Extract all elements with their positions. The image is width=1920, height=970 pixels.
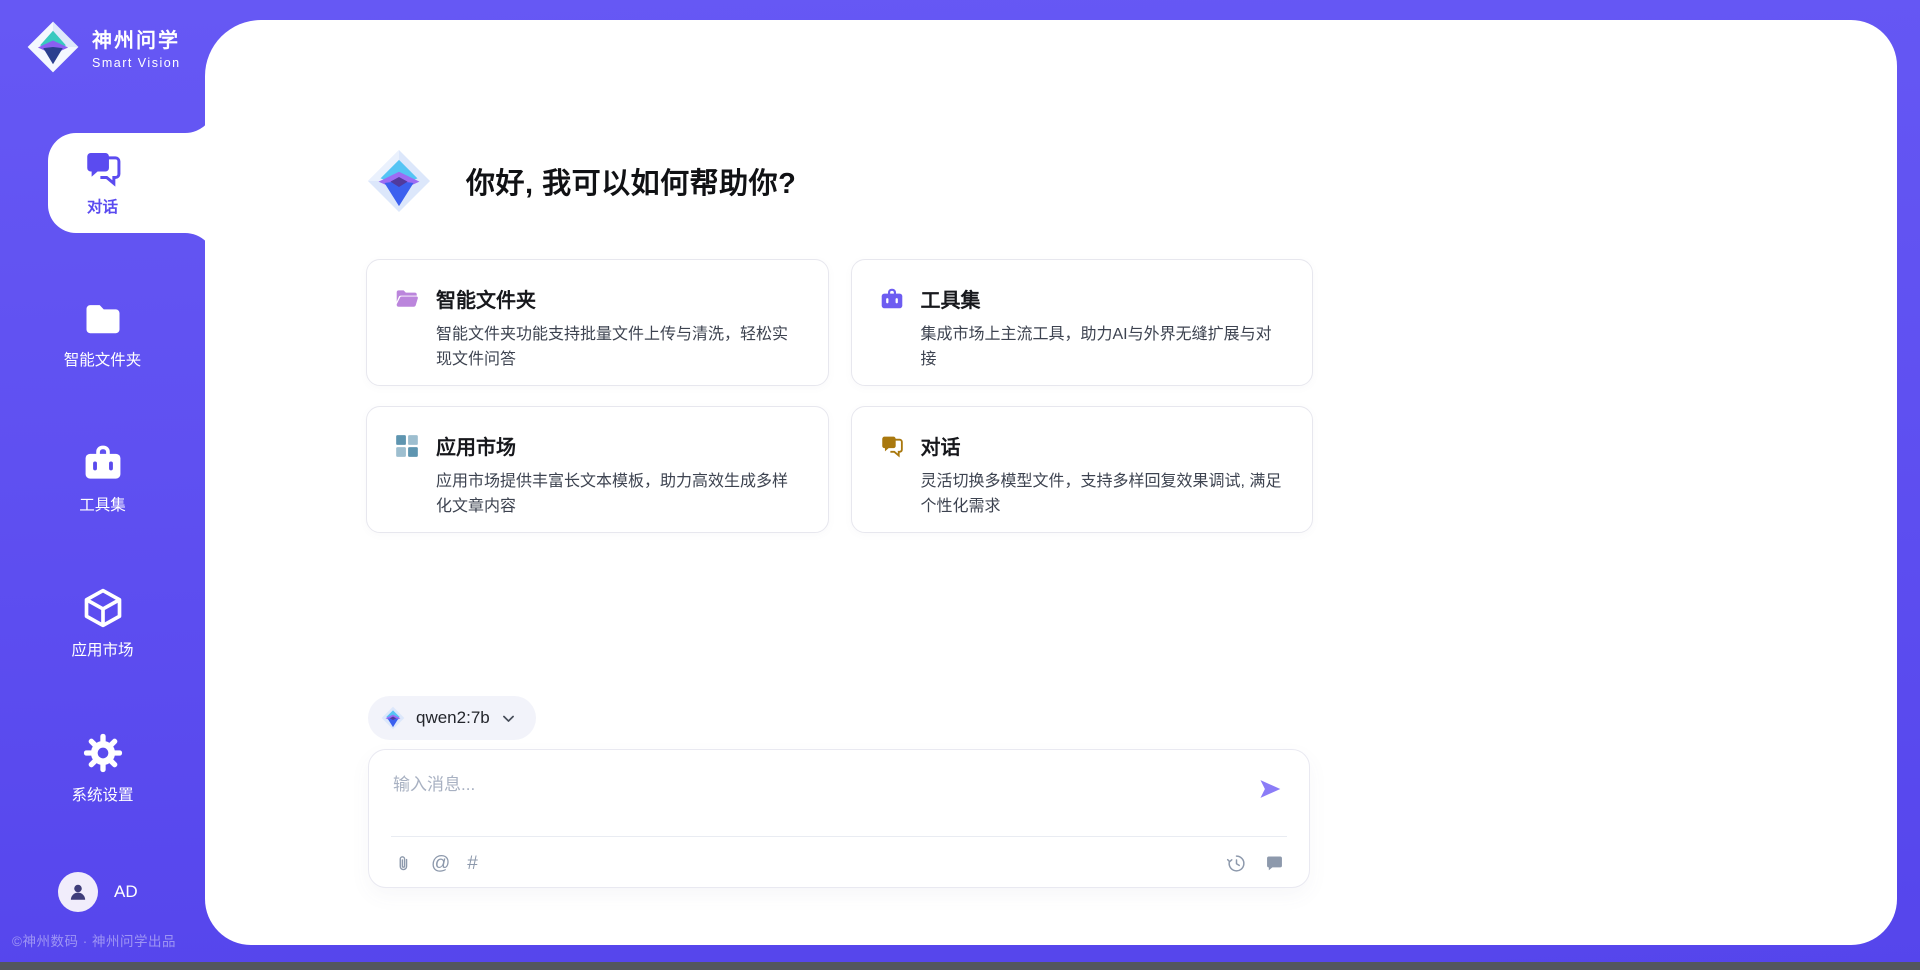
sidebar-item-label: 工具集 bbox=[0, 493, 205, 515]
card-description: 集成市场上主流工具，助力AI与外界无缝扩展与对接 bbox=[921, 322, 1287, 372]
assistant-diamond-icon bbox=[366, 148, 432, 214]
hash-icon[interactable]: # bbox=[467, 853, 478, 874]
person-icon bbox=[67, 881, 89, 903]
composer-divider bbox=[391, 836, 1287, 837]
card-title: 工具集 bbox=[921, 284, 981, 313]
sidebar-item-chat[interactable]: 对话 bbox=[0, 133, 205, 233]
chat-icon bbox=[82, 147, 124, 189]
sidebar-item-label: 系统设置 bbox=[0, 783, 205, 805]
message-composer: @ # bbox=[368, 749, 1310, 888]
card-description: 智能文件夹功能支持批量文件上传与清洗，轻松实现文件问答 bbox=[436, 322, 802, 372]
chat-icon bbox=[879, 433, 905, 459]
sidebar-item-label: 智能文件夹 bbox=[0, 348, 205, 370]
card-chat[interactable]: 对话 灵活切换多模型文件，支持多样回复效果调试, 满足个性化需求 bbox=[851, 406, 1314, 533]
history-icon[interactable] bbox=[1226, 853, 1247, 874]
composer-toolbar: @ # bbox=[393, 847, 1285, 879]
folder-icon bbox=[81, 296, 125, 340]
brand-title: 神州问学 bbox=[92, 24, 181, 53]
grid-icon bbox=[394, 433, 420, 459]
paperclip-icon[interactable] bbox=[393, 853, 414, 874]
composer-right-tools bbox=[1226, 853, 1285, 874]
briefcase-icon bbox=[81, 441, 125, 485]
send-icon[interactable] bbox=[1257, 776, 1283, 802]
sidebar-item-settings[interactable]: 系统设置 bbox=[0, 731, 205, 805]
sidebar-item-toolbox[interactable]: 工具集 bbox=[0, 441, 205, 515]
model-name: qwen2:7b bbox=[416, 708, 490, 728]
greeting-block: 你好, 我可以如何帮助你? bbox=[366, 148, 796, 214]
sidebar: 神州问学 Smart Vision 对话 智能文件夹 bbox=[0, 0, 205, 970]
sidebar-item-label: 对话 bbox=[0, 195, 205, 217]
brand-diamond-icon bbox=[26, 20, 80, 74]
chevron-down-icon bbox=[501, 713, 516, 725]
sidebar-item-app-market[interactable]: 应用市场 bbox=[0, 586, 205, 660]
avatar bbox=[58, 872, 98, 912]
user-name: AD bbox=[114, 882, 138, 902]
greeting-title: 你好, 我可以如何帮助你? bbox=[466, 160, 796, 202]
feature-cards: 智能文件夹 智能文件夹功能支持批量文件上传与清洗，轻松实现文件问答 工具集 集成… bbox=[366, 259, 1313, 533]
card-description: 应用市场提供丰富长文本模板，助力高效生成多样化文章内容 bbox=[436, 469, 802, 519]
window-bottom-edge bbox=[0, 962, 1920, 970]
briefcase-icon bbox=[879, 286, 905, 312]
user-account[interactable]: AD bbox=[58, 872, 138, 912]
model-diamond-icon bbox=[381, 706, 405, 730]
model-selector[interactable]: qwen2:7b bbox=[368, 696, 536, 740]
app-window: 神州问学 Smart Vision 对话 智能文件夹 bbox=[0, 0, 1920, 970]
card-title: 对话 bbox=[921, 431, 961, 460]
gear-icon bbox=[81, 731, 125, 775]
card-description: 灵活切换多模型文件，支持多样回复效果调试, 满足个性化需求 bbox=[921, 469, 1287, 519]
copyright-text: ©神州数码 · 神州问学出品 bbox=[12, 930, 176, 950]
sidebar-item-smart-folder[interactable]: 智能文件夹 bbox=[0, 296, 205, 370]
composer-left-tools: @ # bbox=[393, 853, 478, 874]
at-icon[interactable]: @ bbox=[431, 853, 450, 874]
folder-open-icon bbox=[394, 286, 420, 312]
brand-logo: 神州问学 Smart Vision bbox=[26, 20, 181, 74]
brand-subtitle: Smart Vision bbox=[92, 56, 181, 70]
sidebar-item-label: 应用市场 bbox=[0, 638, 205, 660]
card-title: 智能文件夹 bbox=[436, 284, 536, 313]
main-content: 你好, 我可以如何帮助你? 智能文件夹 智能文件夹功能支持批量文件上传与清洗，轻… bbox=[366, 0, 1313, 970]
chat-bubble-icon[interactable] bbox=[1264, 853, 1285, 874]
cube-icon bbox=[81, 586, 125, 630]
card-app-market[interactable]: 应用市场 应用市场提供丰富长文本模板，助力高效生成多样化文章内容 bbox=[366, 406, 829, 533]
card-title: 应用市场 bbox=[436, 431, 516, 460]
card-toolbox[interactable]: 工具集 集成市场上主流工具，助力AI与外界无缝扩展与对接 bbox=[851, 259, 1314, 386]
message-input[interactable] bbox=[393, 770, 1239, 826]
card-smart-folder[interactable]: 智能文件夹 智能文件夹功能支持批量文件上传与清洗，轻松实现文件问答 bbox=[366, 259, 829, 386]
